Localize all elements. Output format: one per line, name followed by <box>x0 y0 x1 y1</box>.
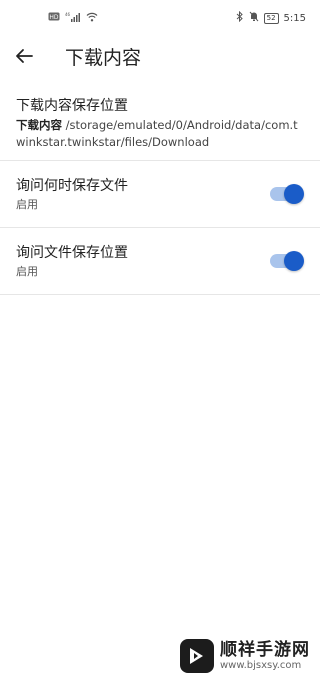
app-bar: 下载内容 <box>0 36 320 76</box>
ask-when-save-text: 询问何时保存文件 启用 <box>16 176 128 213</box>
toggle-thumb <box>284 251 304 271</box>
svg-text:46: 46 <box>65 12 71 17</box>
status-bar-left: HD 46 <box>48 12 98 25</box>
ask-location-text: 询问文件保存位置 启用 <box>16 243 128 280</box>
divider <box>0 294 320 295</box>
hd-icon: HD <box>48 12 60 24</box>
ask-when-save-status: 启用 <box>16 197 38 211</box>
ask-when-save-item[interactable]: 询问何时保存文件 启用 <box>0 161 320 227</box>
watermark-title: 顺祥手游网 <box>220 640 310 660</box>
status-bar: HD 46 52 5:15 <box>0 0 320 36</box>
back-button[interactable] <box>12 44 36 68</box>
download-location-item[interactable]: 下载内容保存位置 下载内容 /storage/emulated/0/Androi… <box>0 90 320 160</box>
watermark-text: 顺祥手游网 www.bjsxsy.com <box>220 640 310 672</box>
ask-location-toggle[interactable] <box>270 251 304 271</box>
clock: 5:15 <box>283 12 306 24</box>
svg-text:HD: HD <box>49 14 59 21</box>
watermark: 顺祥手游网 www.bjsxsy.com <box>180 634 320 678</box>
ask-location-item[interactable]: 询问文件保存位置 启用 <box>0 228 320 294</box>
signal-icon: 46 <box>65 12 81 25</box>
settings-list: 下载内容保存位置 下载内容 /storage/emulated/0/Androi… <box>0 90 320 295</box>
bluetooth-icon <box>236 10 244 25</box>
toggle-thumb <box>284 184 304 204</box>
arrow-left-icon <box>16 49 33 63</box>
page-title: 下载内容 <box>65 46 142 69</box>
ask-location-title: 询问文件保存位置 <box>16 244 128 261</box>
status-bar-right: 52 5:15 <box>236 10 306 25</box>
download-location-title: 下载内容保存位置 <box>16 98 128 114</box>
watermark-url: www.bjsxsy.com <box>220 660 302 671</box>
wifi-icon <box>86 12 98 25</box>
ask-when-save-toggle[interactable] <box>270 184 304 204</box>
download-location-path: 下载内容 /storage/emulated/0/Android/data/co… <box>16 117 304 151</box>
ask-location-status: 启用 <box>16 264 38 278</box>
ask-when-save-title: 询问何时保存文件 <box>16 177 128 194</box>
battery-icon: 52 <box>263 12 279 24</box>
mute-icon <box>249 11 259 25</box>
watermark-logo-icon <box>180 639 214 673</box>
download-location-prefix: 下载内容 <box>16 118 62 132</box>
